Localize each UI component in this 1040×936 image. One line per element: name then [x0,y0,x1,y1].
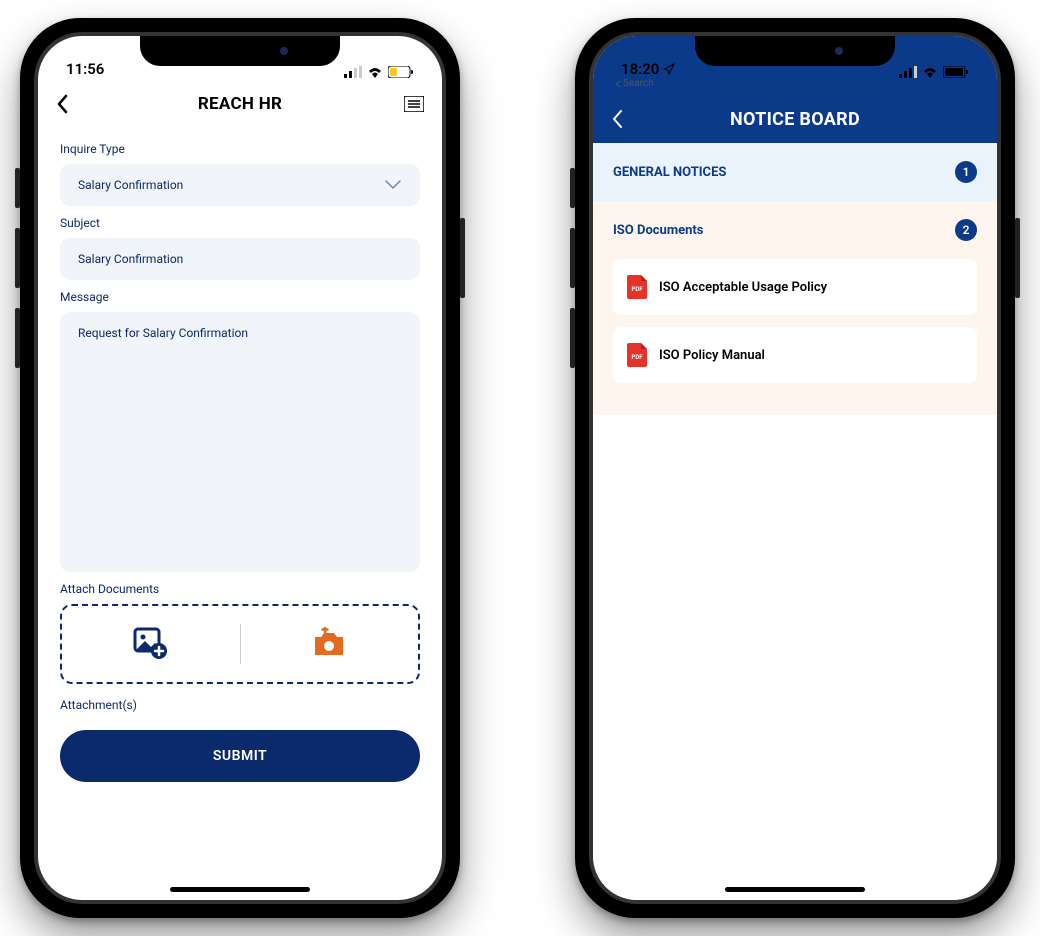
chevron-down-icon [384,179,402,191]
image-add-icon [133,627,169,661]
count-badge: 1 [955,161,977,183]
page-title: NOTICE BOARD [730,109,860,130]
inquire-type-value: Salary Confirmation [78,178,183,192]
attach-area [60,604,420,684]
header: REACH HR [38,80,442,128]
notch [695,36,895,66]
message-textarea[interactable]: Request for Salary Confirmation [60,312,420,572]
status-icons [344,66,414,78]
attach-camera-button[interactable] [241,627,419,661]
phone-mockup-left: 11:56 REACH HR Inquire Type [20,18,460,918]
notch [140,36,340,66]
document-item[interactable]: PDF ISO Policy Manual [613,327,977,383]
header: NOTICE BOARD [593,89,997,143]
section-title: ISO Documents [613,223,704,238]
document-item[interactable]: PDF ISO Acceptable Usage Policy [613,259,977,315]
phone-mockup-right: 18:20 Search [575,18,1015,918]
subject-value: Salary Confirmation [78,252,183,266]
attach-image-button[interactable] [62,627,240,661]
document-name: ISO Acceptable Usage Policy [659,280,827,295]
pdf-icon: PDF [627,275,647,299]
back-app-label: Search [623,78,654,89]
iso-document-list: PDF ISO Acceptable Usage Policy PDF ISO … [593,259,997,415]
chevron-left-icon [611,109,623,129]
svg-text:PDF: PDF [631,354,643,361]
inquire-type-label: Inquire Type [60,142,420,156]
empty-area [593,415,997,900]
message-value: Request for Salary Confirmation [78,326,248,340]
battery-icon [388,66,414,78]
wifi-icon [367,66,383,78]
submit-label: SUBMIT [213,748,267,764]
message-label: Message [60,290,420,304]
section-general-notices[interactable]: GENERAL NOTICES 1 [593,143,997,201]
status-icons [899,66,969,78]
battery-icon [943,66,969,78]
section-title: GENERAL NOTICES [613,165,726,180]
cellular-icon [344,66,362,78]
svg-text:PDF: PDF [631,286,643,293]
subject-label: Subject [60,216,420,230]
location-icon [663,63,675,75]
wifi-icon [922,66,938,78]
camera-add-icon [309,627,349,661]
list-icon [404,96,424,112]
chevron-left-icon [615,80,621,88]
count-badge: 2 [955,219,977,241]
home-indicator[interactable] [725,887,865,892]
attachments-label: Attachment(s) [60,698,420,712]
home-indicator[interactable] [170,887,310,892]
document-name: ISO Policy Manual [659,348,765,363]
cellular-icon [899,66,917,78]
section-iso-documents[interactable]: ISO Documents 2 [593,201,997,259]
attach-documents-label: Attach Documents [60,582,420,596]
inquire-type-select[interactable]: Salary Confirmation [60,164,420,206]
back-button[interactable] [56,94,68,114]
status-time: 11:56 [66,60,104,78]
page-title: REACH HR [198,94,282,114]
pdf-icon: PDF [627,343,647,367]
submit-button[interactable]: SUBMIT [60,730,420,782]
back-to-app[interactable]: Search [593,78,997,89]
chevron-left-icon [56,94,68,114]
status-time: 18:20 [621,60,659,78]
subject-input[interactable]: Salary Confirmation [60,238,420,280]
list-button[interactable] [404,96,424,112]
back-button[interactable] [611,109,623,129]
